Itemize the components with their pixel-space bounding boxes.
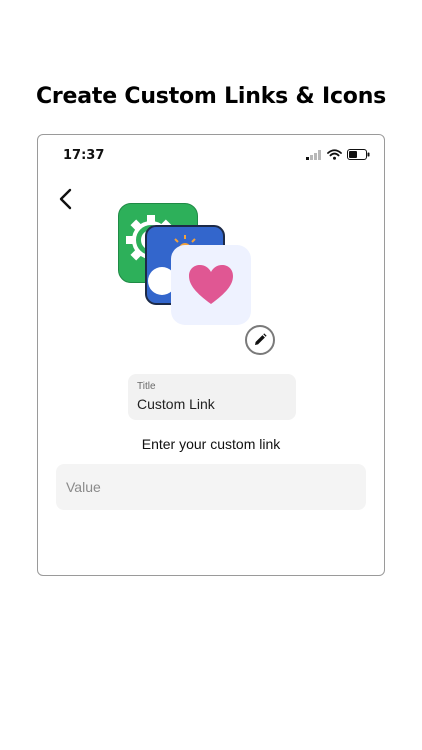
page: Create Custom Links & Icons 17:37 Title … — [0, 0, 422, 750]
title-value[interactable]: Custom Link — [137, 396, 287, 413]
edit-icon-button[interactable] — [245, 325, 275, 355]
status-time: 17:37 — [63, 148, 105, 163]
chevron-left-icon — [59, 188, 72, 210]
icon-preview-stack — [118, 203, 258, 327]
link-value-input[interactable] — [56, 464, 366, 510]
wifi-icon — [327, 149, 342, 160]
link-instruction: Enter your custom link — [141, 436, 281, 452]
heart-icon — [189, 265, 233, 304]
title-field[interactable]: Title Custom Link — [128, 374, 296, 420]
pencil-icon — [255, 333, 267, 345]
back-button[interactable] — [56, 187, 76, 211]
battery-icon — [347, 149, 370, 160]
headline: Create Custom Links & Icons — [35, 84, 387, 109]
phone-screen: 17:37 Title Custom Link Enter your custo… — [37, 134, 385, 576]
heart-app-icon — [171, 245, 251, 325]
title-label: Title — [137, 381, 156, 392]
status-icons — [306, 149, 370, 160]
cellular-signal-icon — [306, 149, 321, 160]
